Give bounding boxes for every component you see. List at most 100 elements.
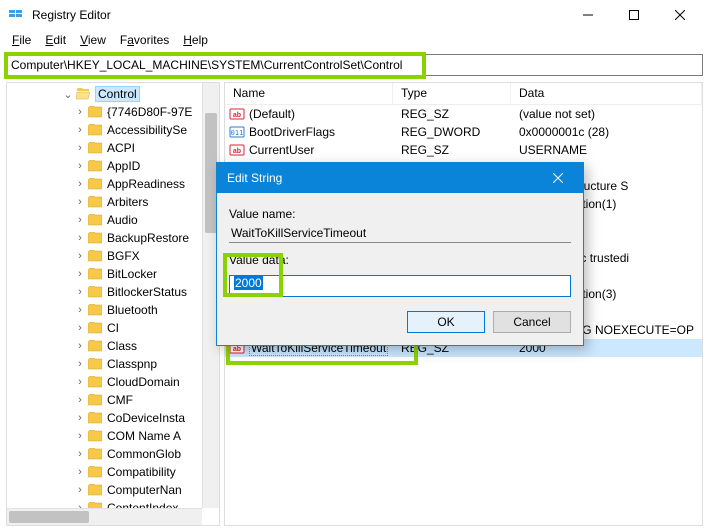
menu-bar: File Edit View Favorites Help bbox=[0, 30, 709, 50]
folder-icon bbox=[87, 429, 103, 443]
value-icon: ab bbox=[229, 106, 245, 122]
folder-icon bbox=[87, 195, 103, 209]
tree-node[interactable]: ›CI bbox=[7, 319, 219, 337]
list-row[interactable]: ab(Default)REG_SZ(value not set) bbox=[225, 105, 702, 123]
folder-icon bbox=[87, 447, 103, 461]
cancel-button[interactable]: Cancel bbox=[493, 311, 571, 333]
tree-panel: ⌄Control›{7746D80F-97E›AccessibilitySe›A… bbox=[6, 82, 220, 526]
header-data[interactable]: Data bbox=[511, 83, 702, 104]
folder-icon bbox=[87, 303, 103, 317]
edit-string-dialog: Edit String Value name: Value data: 2000… bbox=[216, 162, 584, 346]
minimize-button[interactable] bbox=[565, 0, 611, 30]
folder-icon bbox=[87, 483, 103, 497]
folder-icon bbox=[87, 285, 103, 299]
tree-node-control[interactable]: ⌄Control bbox=[7, 85, 219, 103]
folder-open-icon bbox=[75, 87, 91, 101]
expand-icon[interactable]: › bbox=[73, 430, 87, 442]
list-row[interactable]: 011BootDriverFlagsREG_DWORD0x0000001c (2… bbox=[225, 123, 702, 141]
menu-help[interactable]: Help bbox=[177, 31, 214, 49]
tree-node[interactable]: ›Bluetooth bbox=[7, 301, 219, 319]
maximize-button[interactable] bbox=[611, 0, 657, 30]
tree-node[interactable]: ›Audio bbox=[7, 211, 219, 229]
folder-icon bbox=[87, 411, 103, 425]
expand-icon[interactable]: › bbox=[73, 214, 87, 226]
expand-icon[interactable]: › bbox=[73, 466, 87, 478]
expand-icon[interactable]: › bbox=[73, 412, 87, 424]
titlebar: Registry Editor bbox=[0, 0, 709, 30]
dialog-title: Edit String bbox=[227, 171, 282, 185]
expand-icon[interactable]: › bbox=[73, 304, 87, 316]
value-data-field[interactable]: 2000 bbox=[229, 275, 571, 297]
tree-node[interactable]: ›CoDeviceInsta bbox=[7, 409, 219, 427]
expand-icon[interactable]: › bbox=[73, 178, 87, 190]
expand-icon[interactable]: › bbox=[73, 196, 87, 208]
collapse-icon[interactable]: ⌄ bbox=[61, 88, 75, 101]
tree-node[interactable]: ›AccessibilitySe bbox=[7, 121, 219, 139]
menu-view[interactable]: View bbox=[74, 31, 112, 49]
folder-icon bbox=[87, 321, 103, 335]
tree-node[interactable]: ›BGFX bbox=[7, 247, 219, 265]
tree-node[interactable]: ›BackupRestore bbox=[7, 229, 219, 247]
folder-icon bbox=[87, 231, 103, 245]
tree-node[interactable]: ›CloudDomain bbox=[7, 373, 219, 391]
tree-node[interactable]: ›ACPI bbox=[7, 139, 219, 157]
folder-icon bbox=[87, 213, 103, 227]
tree-node[interactable]: ›AppReadiness bbox=[7, 175, 219, 193]
value-icon: 011 bbox=[229, 124, 245, 140]
folder-icon bbox=[87, 393, 103, 407]
folder-icon bbox=[87, 357, 103, 371]
expand-icon[interactable]: › bbox=[73, 394, 87, 406]
folder-icon bbox=[87, 141, 103, 155]
tree-node[interactable]: ›Class bbox=[7, 337, 219, 355]
tree-node[interactable]: ›BitlockerStatus bbox=[7, 283, 219, 301]
tree-node[interactable]: ›COM Name A bbox=[7, 427, 219, 445]
expand-icon[interactable]: › bbox=[73, 484, 87, 496]
expand-icon[interactable]: › bbox=[73, 448, 87, 460]
expand-icon[interactable]: › bbox=[73, 376, 87, 388]
dialog-titlebar[interactable]: Edit String bbox=[217, 163, 583, 193]
folder-icon bbox=[87, 375, 103, 389]
regedit-icon bbox=[8, 6, 24, 25]
value-name-field[interactable] bbox=[229, 223, 571, 243]
expand-icon[interactable]: › bbox=[73, 358, 87, 370]
folder-icon bbox=[87, 339, 103, 353]
header-name[interactable]: Name bbox=[225, 83, 393, 104]
tree-node[interactable]: ›Classpnp bbox=[7, 355, 219, 373]
expand-icon[interactable]: › bbox=[73, 340, 87, 352]
svg-text:ab: ab bbox=[233, 112, 241, 119]
tree-node[interactable]: ›BitLocker bbox=[7, 265, 219, 283]
folder-icon bbox=[87, 123, 103, 137]
tree-node[interactable]: ›Compatibility bbox=[7, 463, 219, 481]
menu-file[interactable]: File bbox=[6, 31, 37, 49]
ok-button[interactable]: OK bbox=[407, 311, 485, 333]
address-bar[interactable]: Computer\HKEY_LOCAL_MACHINE\SYSTEM\Curre… bbox=[6, 54, 703, 76]
tree-node[interactable]: ›CMF bbox=[7, 391, 219, 409]
list-row[interactable]: abCurrentUserREG_SZUSERNAME bbox=[225, 141, 702, 159]
expand-icon[interactable]: › bbox=[73, 160, 87, 172]
expand-icon[interactable]: › bbox=[73, 106, 87, 118]
tree-node[interactable]: ›{7746D80F-97E bbox=[7, 103, 219, 121]
expand-icon[interactable]: › bbox=[73, 268, 87, 280]
expand-icon[interactable]: › bbox=[73, 124, 87, 136]
menu-edit[interactable]: Edit bbox=[39, 31, 72, 49]
tree-node[interactable]: ›AppID bbox=[7, 157, 219, 175]
header-type[interactable]: Type bbox=[393, 83, 511, 104]
tree-node[interactable]: ›CommonGlob bbox=[7, 445, 219, 463]
expand-icon[interactable]: › bbox=[73, 322, 87, 334]
folder-icon bbox=[87, 177, 103, 191]
expand-icon[interactable]: › bbox=[73, 250, 87, 262]
tree-node[interactable]: ›ComputerNan bbox=[7, 481, 219, 499]
folder-icon bbox=[87, 159, 103, 173]
svg-text:ab: ab bbox=[233, 346, 241, 353]
expand-icon[interactable]: › bbox=[73, 232, 87, 244]
tree-node[interactable]: ›Arbiters bbox=[7, 193, 219, 211]
expand-icon[interactable]: › bbox=[73, 286, 87, 298]
menu-favorites[interactable]: Favorites bbox=[114, 31, 175, 49]
address-bar-container: Computer\HKEY_LOCAL_MACHINE\SYSTEM\Curre… bbox=[0, 50, 709, 82]
close-button[interactable] bbox=[657, 0, 703, 30]
expand-icon[interactable]: › bbox=[73, 142, 87, 154]
dialog-close-button[interactable] bbox=[543, 163, 573, 193]
tree-horizontal-scrollbar[interactable] bbox=[7, 508, 202, 525]
value-icon: ab bbox=[229, 142, 245, 158]
window-buttons bbox=[565, 0, 703, 30]
